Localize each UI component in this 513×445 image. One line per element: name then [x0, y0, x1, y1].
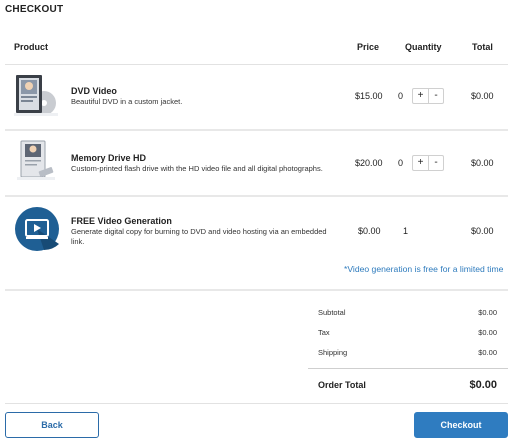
item-price: $0.00: [358, 226, 381, 236]
dvd-case-icon: [14, 73, 58, 124]
item-description: Beautiful DVD in a custom jacket.: [71, 97, 183, 106]
table-header: Product Price Quantity Total: [5, 42, 508, 54]
item-quantity: 0: [398, 158, 404, 168]
item-quantity: 0: [398, 91, 404, 101]
header-total: Total: [472, 42, 493, 52]
quantity-stepper: + -: [412, 155, 444, 171]
shipping-label: Shipping: [318, 348, 348, 357]
item-name: DVD Video: [71, 86, 117, 96]
item-name: FREE Video Generation: [71, 216, 172, 226]
item-price: $20.00: [355, 158, 383, 168]
item-price: $15.00: [355, 91, 383, 101]
subtotal-value: $0.00: [478, 308, 497, 317]
order-total-label: Order Total: [318, 380, 366, 390]
header-product: Product: [14, 42, 49, 52]
item-total: $0.00: [471, 91, 494, 101]
item-description: Custom-printed flash drive with the HD v…: [71, 164, 323, 173]
video-play-icon: [14, 206, 60, 257]
checkout-button[interactable]: Checkout: [414, 412, 508, 438]
shipping-value: $0.00: [478, 348, 497, 357]
header-quantity: Quantity: [405, 42, 442, 52]
tax-value: $0.00: [478, 328, 497, 337]
item-total: $0.00: [471, 158, 494, 168]
tax-label: Tax: [318, 328, 330, 337]
item-quantity: 1: [403, 226, 409, 236]
promo-note: *Video generation is free for a limited …: [344, 264, 504, 274]
item-total: $0.00: [471, 226, 494, 236]
divider: [5, 403, 508, 404]
page-title: CHECKOUT: [5, 4, 64, 15]
header-price: Price: [357, 42, 380, 52]
item-name: Memory Drive HD: [71, 153, 147, 163]
table-row: Memory Drive HD Custom-printed flash dri…: [5, 131, 508, 195]
table-row: FREE Video Generation Generate digital c…: [5, 197, 508, 261]
order-total-value: $0.00: [469, 379, 497, 391]
subtotal-label: Subtotal: [318, 308, 346, 317]
increment-button[interactable]: +: [413, 156, 428, 170]
decrement-button[interactable]: -: [428, 89, 443, 103]
decrement-button[interactable]: -: [428, 156, 443, 170]
back-button[interactable]: Back: [5, 412, 99, 438]
table-row: DVD Video Beautiful DVD in a custom jack…: [5, 65, 508, 129]
quantity-stepper: + -: [412, 88, 444, 104]
flash-drive-icon: [17, 139, 57, 188]
increment-button[interactable]: +: [413, 89, 428, 103]
divider: [5, 289, 508, 291]
divider: [308, 368, 508, 369]
item-description: Generate digital copy for burning to DVD…: [71, 227, 327, 246]
